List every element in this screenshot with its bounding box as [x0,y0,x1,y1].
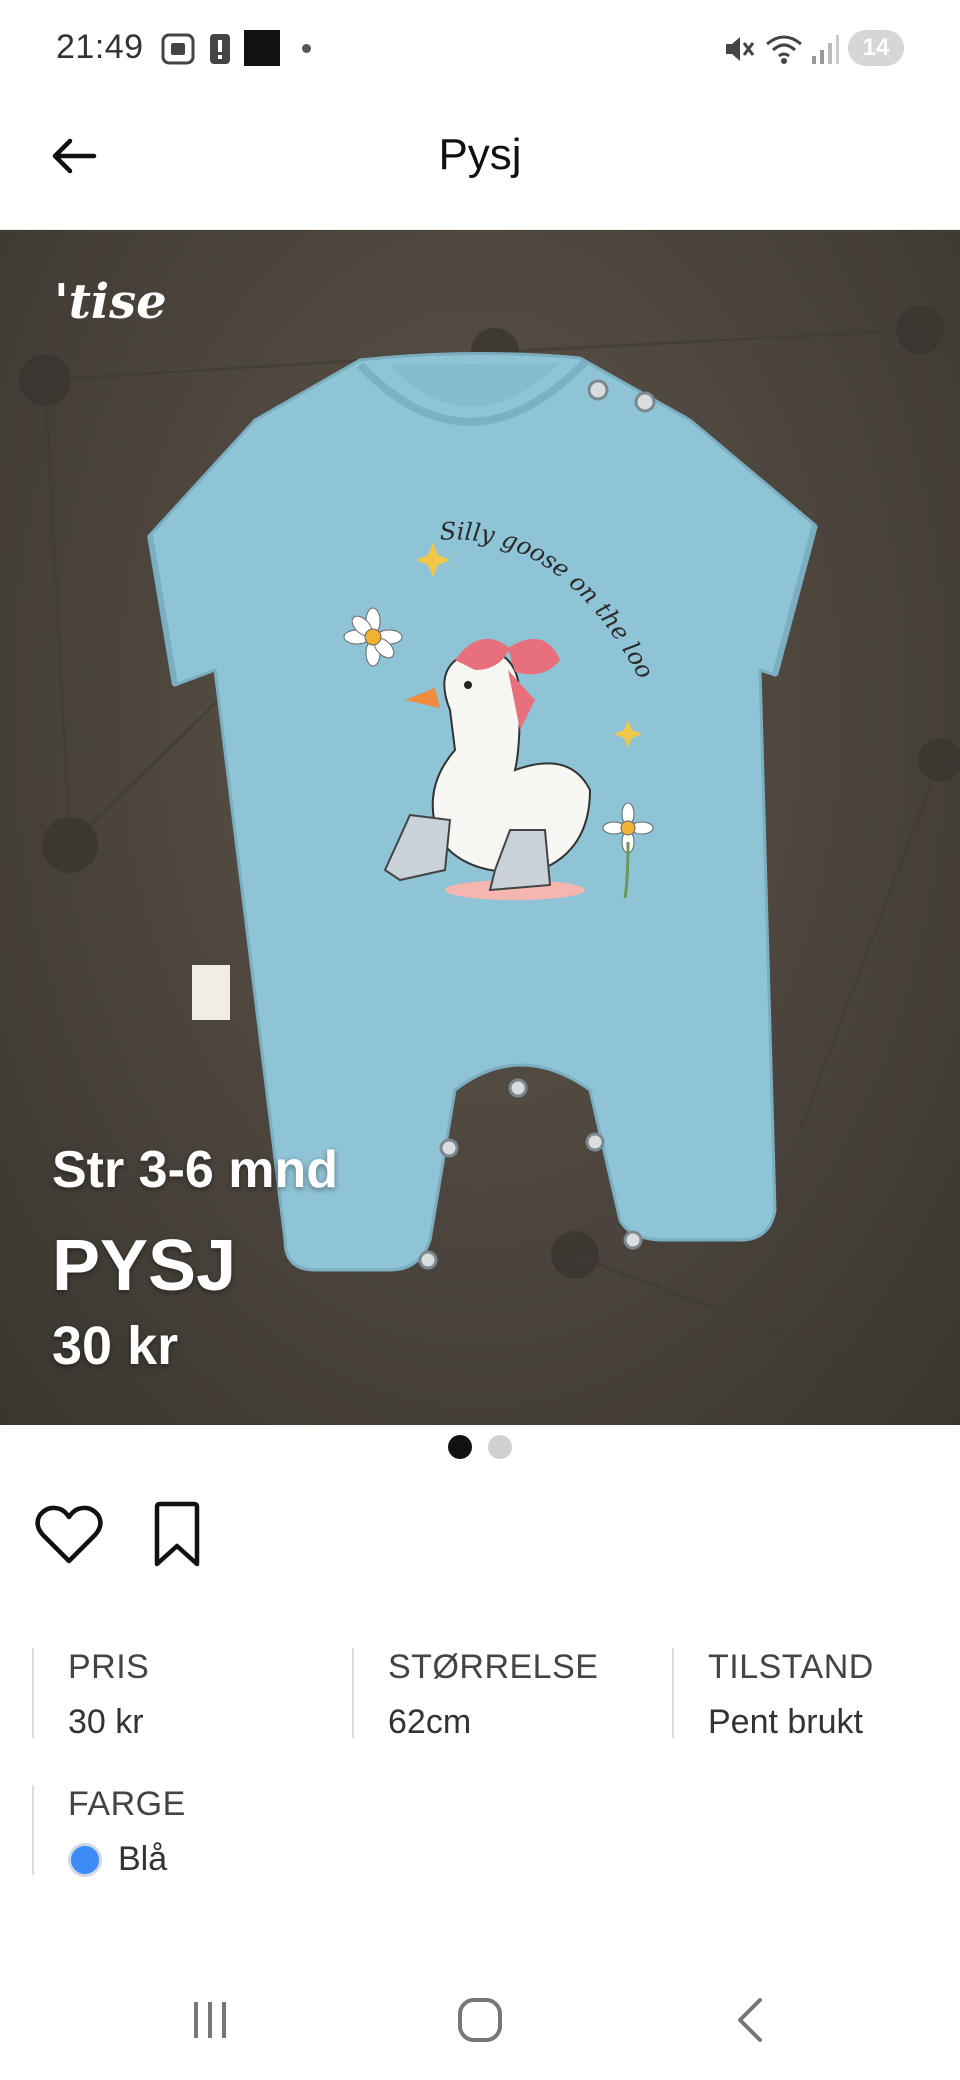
signal-icon [812,35,839,64]
alert-icon [210,34,230,64]
detail-size-label: STØRRELSE [388,1648,599,1686]
overlay-price-text: 30 kr [52,1316,179,1376]
carousel-dot[interactable] [488,1435,512,1459]
like-button[interactable] [34,1500,104,1570]
status-time: 21:49 [56,28,144,66]
detail-condition-value: Pent brukt [708,1703,863,1741]
carousel-dot-active[interactable] [448,1435,472,1459]
detail-price-value: 30 kr [68,1703,144,1741]
detail-size: STØRRELSE 62cm [352,1648,599,1741]
recents-icon [194,2002,226,2038]
status-bar: 21:49 14 [0,0,960,100]
detail-color-value-row: Blå [68,1840,186,1879]
save-button[interactable] [142,1500,212,1570]
page-title: Pysj [438,130,522,179]
battery-badge: 14 [848,30,904,66]
detail-condition-label: TILSTAND [708,1648,874,1686]
screenshot-icon [161,33,195,65]
action-row [34,1500,212,1570]
overlay-title-text: PYSJ [52,1226,237,1306]
recents-button[interactable] [170,1990,250,2050]
carousel-indicator [0,1435,960,1459]
detail-color-value: Blå [118,1840,168,1878]
nav-back-icon [738,1998,762,2042]
detail-color: FARGE Blå [32,1785,186,1878]
color-swatch [68,1842,102,1877]
system-nav-bar [0,1960,960,2080]
detail-size-value: 62cm [388,1703,472,1741]
home-button[interactable] [440,1990,520,2050]
bookmark-icon [154,1501,200,1567]
heart-icon [35,1505,103,1564]
detail-color-label: FARGE [68,1785,186,1823]
detail-condition: TILSTAND Pent brukt [672,1648,874,1741]
detail-price-label: PRIS [68,1648,150,1686]
mute-icon [726,37,755,61]
brand-logo: 'tise [54,274,167,330]
product-image[interactable]: Silly goose on the loose [0,230,960,1425]
app-thumbnail-icon [244,30,280,66]
overlay-size-text: Str 3-6 mnd [52,1141,339,1199]
notification-dot-icon [302,44,311,53]
wifi-icon [766,35,802,64]
detail-price: PRIS 30 kr [32,1648,150,1741]
top-bar: Pysj [0,100,960,230]
nav-back-button[interactable] [710,1990,790,2050]
home-icon [458,1998,502,2042]
